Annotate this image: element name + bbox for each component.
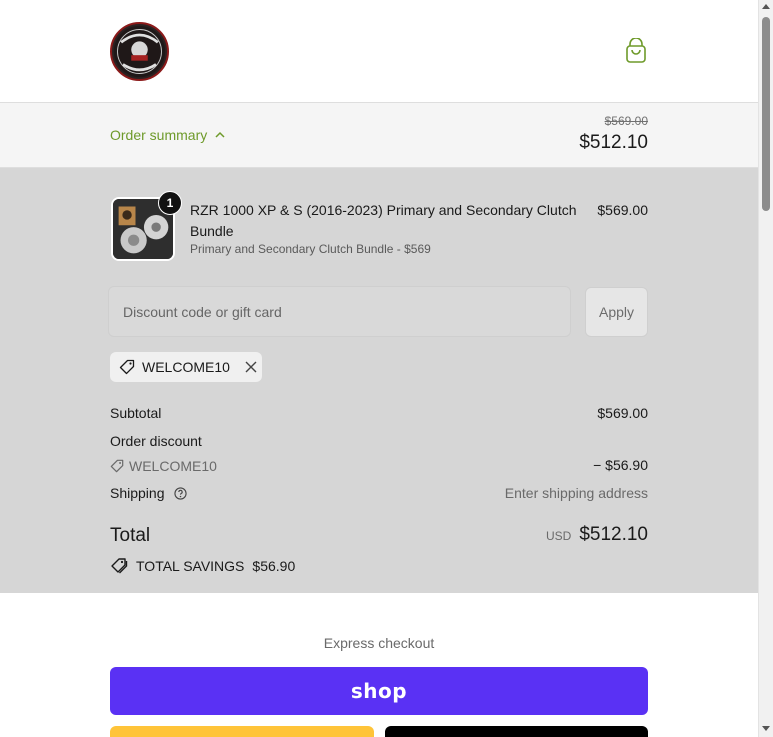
tags-icon [111, 558, 128, 574]
order-summary-panel: 1 RZR 1000 XP & S (2016-2023) Primary an… [0, 168, 758, 593]
subtotal-label: Subtotal [110, 405, 162, 421]
order-summary-bar: Order summary $569.00 $512.10 [0, 103, 758, 168]
discount-code-input[interactable] [108, 286, 571, 337]
checkout-page: Order summary $569.00 $512.10 1 RZR 1000… [0, 0, 758, 737]
total-savings-label: TOTAL SAVINGS [136, 558, 245, 574]
paypal-button[interactable] [110, 726, 374, 737]
order-discount-code-row: WELCOME10 [110, 458, 217, 474]
order-discount-code: WELCOME10 [129, 458, 217, 474]
total-savings-row: TOTAL SAVINGS $56.90 [110, 557, 295, 575]
google-pay-button[interactable] [385, 726, 648, 737]
total-value: $512.10 [579, 524, 648, 545]
shop-pay-button[interactable]: shop [110, 667, 648, 715]
express-checkout-label: Express checkout [323, 635, 435, 651]
shipping-label: Shipping [110, 485, 165, 501]
help-icon[interactable] [174, 487, 188, 500]
quantity-badge: 1 [158, 191, 182, 215]
scroll-up-arrow[interactable] [762, 4, 770, 9]
apply-discount-button[interactable]: Apply [585, 287, 648, 337]
order-summary-toggle[interactable]: Order summary [110, 127, 225, 143]
applied-discount-chip: WELCOME10 [110, 352, 262, 382]
product-title: RZR 1000 XP & S (2016-2023) Primary and … [190, 202, 577, 239]
shopping-bag-icon[interactable] [624, 37, 648, 64]
scroll-down-arrow[interactable] [762, 726, 770, 731]
original-price: $569.00 [604, 114, 648, 128]
header [0, 0, 758, 103]
tag-icon [110, 459, 124, 473]
total-label: Total [110, 525, 151, 546]
remove-discount-icon[interactable] [245, 361, 257, 373]
order-discount-label: Order discount [110, 433, 202, 449]
vertical-scrollbar[interactable] [758, 0, 773, 737]
summary-total-price: $512.10 [579, 132, 648, 153]
total-savings-value: $56.90 [252, 558, 296, 574]
product-variant: Primary and Secondary Clutch Bundle - $5… [190, 242, 431, 256]
tag-icon [119, 359, 135, 375]
currency-code: USD [545, 529, 572, 543]
shipping-value: Enter shipping address [504, 485, 648, 501]
scrollbar-thumb[interactable] [762, 17, 770, 211]
product-price: $569.00 [597, 202, 648, 218]
order-summary-label[interactable]: Order summary [110, 127, 207, 143]
store-logo[interactable] [110, 22, 169, 81]
shipping-row: Shipping [110, 485, 188, 501]
applied-discount-code: WELCOME10 [142, 359, 230, 375]
chevron-up-icon [215, 131, 225, 138]
order-discount-value: − $56.90 [593, 457, 648, 473]
total-value-group: USD $512.10 [546, 524, 648, 546]
subtotal-value: $569.00 [597, 405, 648, 421]
